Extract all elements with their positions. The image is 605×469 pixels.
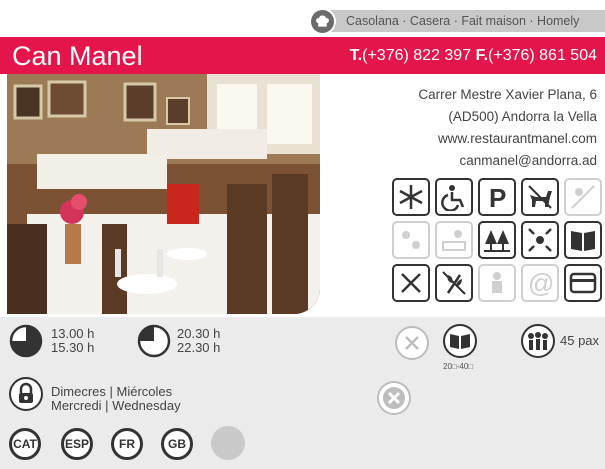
terrace-view-icon xyxy=(435,221,473,259)
closed-days: Dimecres | Miércoles Mercredi | Wednesda… xyxy=(51,385,181,413)
people-icon xyxy=(521,324,555,358)
fax-label: F. xyxy=(475,47,489,64)
terrace-icon xyxy=(564,178,602,216)
lunch-open: 13.00 h xyxy=(51,326,95,341)
restaurant-photo xyxy=(7,74,320,314)
chef-icon xyxy=(478,264,516,302)
trees-icon xyxy=(478,221,516,259)
closed-line-2: Mercredi | Wednesday xyxy=(51,398,181,413)
wheelchair-icon xyxy=(435,178,473,216)
menu-price: 20□-40□ xyxy=(443,362,474,371)
credit-card-icon xyxy=(564,264,602,302)
lang-cat[interactable]: CAT xyxy=(9,428,41,460)
gluten-free-icon xyxy=(435,264,473,302)
lunch-hours: 13.00 h 15.30 h xyxy=(51,327,94,355)
svg-text:P: P xyxy=(489,183,506,211)
dinner-hours: 20.30 h 22.30 h xyxy=(177,327,220,355)
dinner-clock-icon xyxy=(137,324,171,358)
cutlery-circle-icon xyxy=(395,326,429,360)
cuisine-strip: Casolana · Casera · Fait maison · Homely xyxy=(318,10,605,32)
dinner-close: 22.30 h xyxy=(177,340,221,355)
sun-icon xyxy=(392,221,430,259)
dinner-open: 20.30 h xyxy=(177,326,221,341)
street-line: Carrer Mestre Xavier Plana, 6 xyxy=(418,87,597,102)
fax-number: (+376) 861 504 xyxy=(488,47,597,64)
dog-icon xyxy=(521,178,559,216)
chef-hat-icon xyxy=(309,8,336,35)
svg-text:@: @ xyxy=(528,269,554,297)
at-icon: @ xyxy=(521,264,559,302)
email-link[interactable]: canmanel@andorra.ad xyxy=(337,150,597,172)
header-bar: Can Manel T.(+376) 822 397 F.(+376) 861 … xyxy=(0,37,605,74)
cuisine-label: Casolana · Casera · Fait maison · Homely xyxy=(346,14,580,28)
lunch-close: 15.30 h xyxy=(51,340,95,355)
phone-numbers: T.(+376) 822 397 F.(+376) 861 504 xyxy=(350,47,597,65)
closed-line-1: Dimecres | Miércoles xyxy=(51,384,173,399)
info-panel: 13.00 h 15.30 h 20.30 h 22.30 h 20□-40□ … xyxy=(0,317,605,469)
lang-fr[interactable]: FR xyxy=(111,428,143,460)
menu-book-icon xyxy=(564,221,602,259)
restaurant-name: Can Manel xyxy=(12,41,143,71)
phone-label: T. xyxy=(349,47,363,64)
phone-number[interactable]: (+376) 822 397 xyxy=(362,47,471,64)
lang-gb[interactable]: GB xyxy=(161,428,193,460)
menu-circle-icon xyxy=(443,324,477,358)
lock-icon xyxy=(9,377,43,411)
lang-esp[interactable]: ESP xyxy=(61,428,93,460)
parking-icon: P xyxy=(478,178,516,216)
capacity-label: 45 pax xyxy=(560,333,600,348)
no-service-icon xyxy=(377,381,411,415)
city-line: (AD500) Andorra la Vella xyxy=(448,109,597,124)
snowflake-icon xyxy=(392,178,430,216)
kids-icon xyxy=(521,221,559,259)
cutlery-icon xyxy=(392,264,430,302)
website-link[interactable]: www.restaurantmanel.com xyxy=(337,128,597,150)
address-block: Carrer Mestre Xavier Plana, 6 (AD500) An… xyxy=(337,84,597,172)
lunch-clock-icon xyxy=(9,324,43,358)
speech-bubble-icon xyxy=(211,426,245,460)
